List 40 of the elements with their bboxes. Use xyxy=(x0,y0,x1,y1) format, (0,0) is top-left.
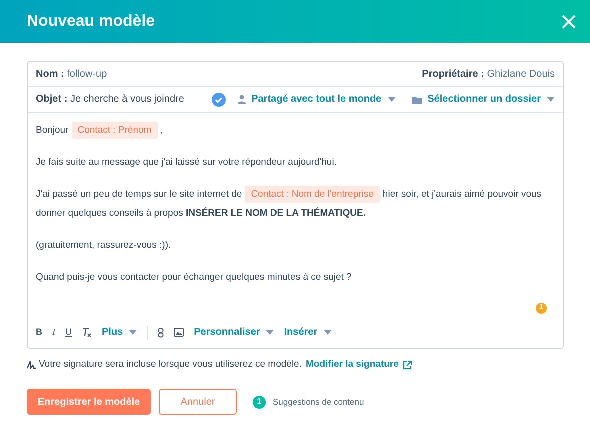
image-icon[interactable] xyxy=(174,328,184,337)
edit-signature-link[interactable]: Modifier la signature xyxy=(306,358,399,372)
personalization-token[interactable]: Contact : Nom de l'entreprise xyxy=(245,186,380,203)
body-text: Bonjour xyxy=(36,124,69,138)
caret-icon xyxy=(324,330,332,335)
external-link-icon xyxy=(402,360,412,370)
dialog-title: Nouveau modèle xyxy=(27,12,156,32)
body-text: (gratuitement, rassurez-vous :)). xyxy=(36,239,172,253)
save-button[interactable]: Enregistrer le modèle xyxy=(27,389,151,416)
sharing-dropdown[interactable]: Partagé avec tout le monde xyxy=(252,92,396,107)
format-button[interactable]: B xyxy=(36,326,42,340)
folder-icon xyxy=(412,96,422,104)
body-text: hier soir, et j'aurais aimé pouvoir vous xyxy=(382,188,542,202)
caret-icon xyxy=(266,330,274,335)
body-text: J'ai passé un peu de temps sur le site internet de xyxy=(36,188,242,202)
name-field[interactable]: Nom : follow-up xyxy=(36,66,108,82)
folder-dropdown[interactable]: Sélectionner un dossier xyxy=(428,92,555,107)
caret-icon xyxy=(547,97,555,102)
signature-icon xyxy=(27,361,36,370)
body-text: donner quelques conseils à propos INSÉRER LE NOM DE LA THÉMATIQUE. xyxy=(36,206,366,221)
subject-field[interactable]: Objet : Je cherche à vous joindre xyxy=(36,92,212,107)
clear-format-icon[interactable] xyxy=(82,328,92,338)
caret-icon xyxy=(388,97,396,102)
suggestions-text[interactable]: Suggestions de contenu xyxy=(273,396,364,409)
toolbar-menu[interactable]: Personnaliser xyxy=(194,325,274,340)
body-text: Quand puis-je vous contacter pour échanger quelques minutes à ce sujet ? xyxy=(36,271,352,285)
person-icon xyxy=(238,95,246,104)
owner-text: Propriétaire : Ghizlane Douis xyxy=(422,68,555,82)
format-button[interactable]: I xyxy=(52,326,56,340)
personalization-token[interactable]: Contact : Prénom xyxy=(72,122,158,139)
body-text: Je fais suite au message que j'ai laissé sur votre répondeur aujourd'hui. xyxy=(36,156,337,170)
caret-icon xyxy=(129,330,138,335)
body-text: , xyxy=(160,124,164,138)
suggestions-count-badge: 1 xyxy=(253,396,266,409)
cancel-button[interactable]: Annuler xyxy=(159,389,237,416)
toolbar-menu[interactable]: Plus xyxy=(102,325,138,340)
toolbar-menu[interactable]: Insérer xyxy=(284,325,332,340)
format-button[interactable]: U xyxy=(66,326,72,340)
signature-note: Votre signature sera incluse lorsque vous utiliserez ce modèle. xyxy=(39,358,302,372)
link-icon[interactable] xyxy=(158,328,164,338)
